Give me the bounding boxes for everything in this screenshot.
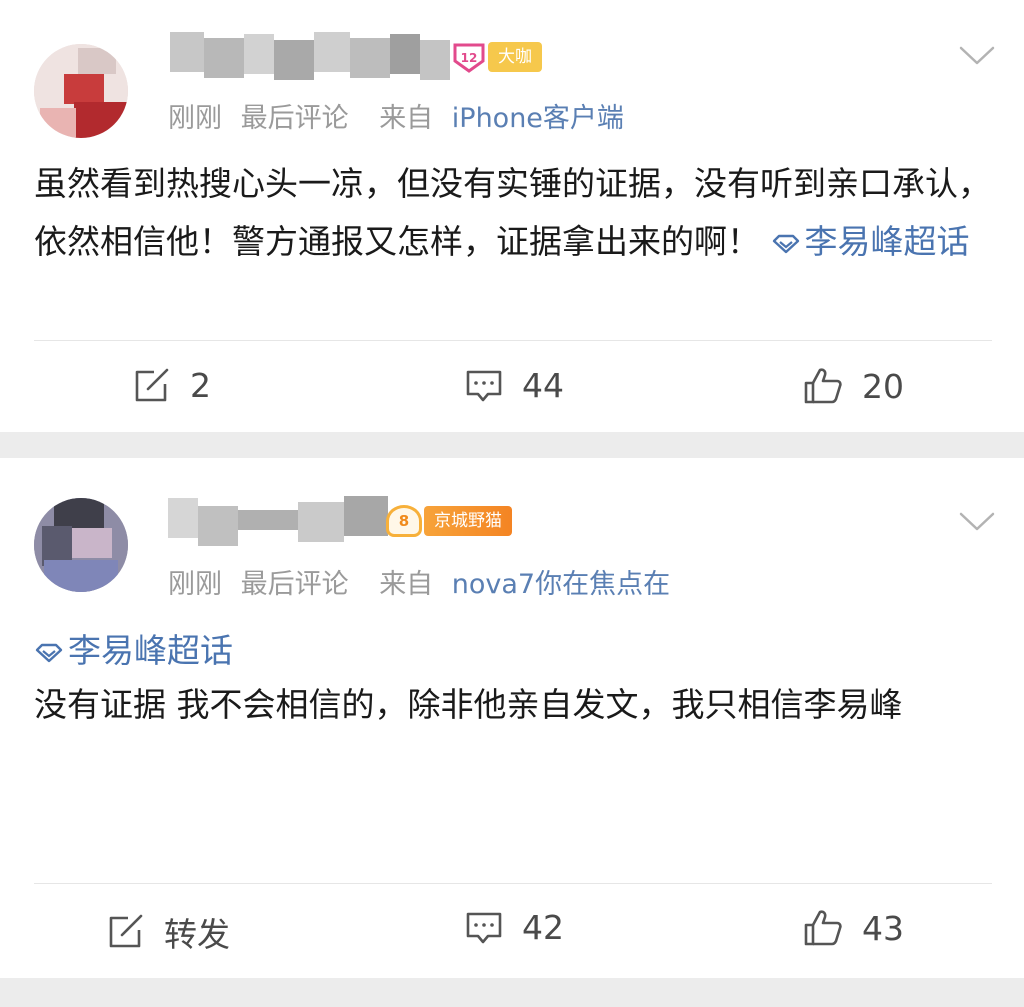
like-button[interactable]: 43 (802, 908, 904, 948)
like-count: 43 (862, 908, 904, 948)
comment-button[interactable]: 44 (464, 366, 564, 405)
comment-count: 42 (522, 908, 564, 947)
meta-action: 最后评论 (240, 103, 349, 134)
like-button[interactable]: 20 (802, 366, 904, 406)
divider (34, 883, 992, 884)
supertopic-label: 李易峰超话 (804, 222, 970, 261)
level-icon: 8 (386, 505, 422, 537)
repost-icon (135, 368, 169, 401)
avatar[interactable] (34, 44, 128, 138)
user-level-badge: 12 大咖 (450, 40, 542, 74)
meta-action: 最后评论 (240, 569, 349, 600)
badge-tag: 京城野猫 (424, 506, 512, 536)
post-meta: 刚刚 最后评论 来自 iPhone客户端 (168, 96, 634, 135)
post-card-1[interactable]: 12 大咖 刚刚 最后评论 来自 iPhone客户端 虽然看到热搜心头一凉，但没… (0, 0, 1024, 432)
username-blurred[interactable] (170, 28, 450, 80)
supertopic-link[interactable]: 李易峰超话 (34, 622, 233, 680)
like-count: 20 (862, 366, 904, 406)
supertopic-label: 李易峰超话 (68, 631, 233, 670)
chevron-down-icon[interactable] (958, 510, 996, 534)
like-icon (804, 368, 842, 404)
level-icon: 12 (450, 40, 488, 74)
repost-button[interactable]: 2 (132, 366, 211, 405)
user-level-badge: 8 京城野猫 (386, 504, 512, 538)
comment-icon (466, 370, 502, 401)
chevron-down-icon[interactable] (958, 44, 996, 68)
comment-button[interactable]: 42 (464, 908, 564, 947)
post-time: 刚刚 (168, 569, 222, 600)
repost-label: 转发 (164, 915, 230, 954)
post-meta: 刚刚 最后评论 来自 nova7你在焦点在 (168, 562, 680, 601)
post-time: 刚刚 (168, 103, 222, 134)
post-content: 虽然看到热搜心头一凉，但没有实锤的证据，没有听到亲口承认，依然相信他！警方通报又… (34, 155, 994, 271)
source-link[interactable]: iPhone客户端 (452, 103, 624, 134)
post-content: 没有证据 我不会相信的，除非他亲自发文，我只相信李易峰 (34, 676, 994, 734)
like-icon (804, 910, 842, 946)
from-label: 来自 (379, 103, 434, 134)
supertopic-icon (772, 234, 799, 254)
username-blurred[interactable] (168, 494, 388, 546)
supertopic-link[interactable]: 李易峰超话 (771, 222, 970, 261)
repost-icon (109, 914, 143, 948)
repost-count: 2 (190, 366, 211, 405)
badge-tag: 大咖 (488, 42, 542, 72)
comment-count: 44 (522, 366, 564, 405)
from-label: 来自 (379, 569, 434, 600)
avatar[interactable] (34, 498, 128, 592)
feed-separator (0, 978, 1024, 1007)
comment-icon (466, 912, 502, 943)
repost-button[interactable]: 转发 (106, 908, 230, 956)
divider (34, 340, 992, 341)
svg-text:12: 12 (461, 51, 478, 65)
source-link[interactable]: nova7你在焦点在 (452, 569, 670, 600)
supertopic-icon (35, 643, 63, 663)
post-text: 没有证据 我不会相信的，除非他亲自发文，我只相信李易峰 (34, 685, 903, 724)
